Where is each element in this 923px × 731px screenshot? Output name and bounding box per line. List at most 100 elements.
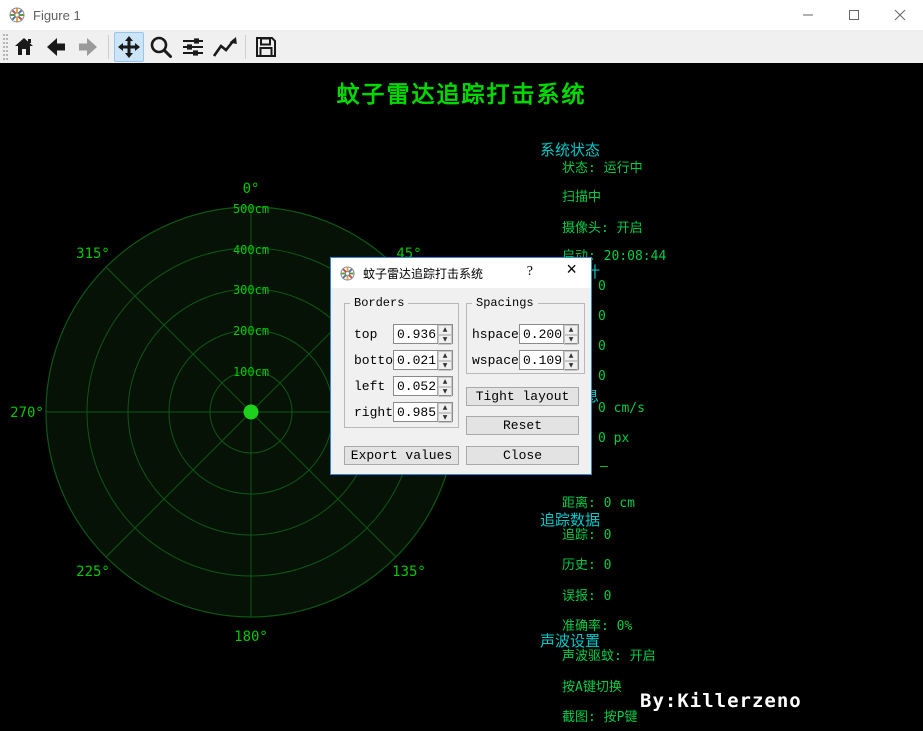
right-spinbox[interactable]: ▲▼ bbox=[393, 402, 453, 422]
dialog-body: Borders top ▲▼ bottom ▲▼ bbox=[331, 288, 591, 474]
status-line-keyA: 按A键切换 bbox=[562, 676, 622, 695]
dialog-close-icon[interactable]: × bbox=[566, 261, 577, 281]
wspace-spinner[interactable]: ▲▼ bbox=[563, 351, 578, 369]
hspace-spinner[interactable]: ▲▼ bbox=[563, 325, 578, 343]
hspace-spinbox[interactable]: ▲▼ bbox=[519, 324, 579, 344]
credit-text: By:Killerzeno bbox=[640, 690, 802, 712]
radius-label-300cm: 300cm bbox=[233, 283, 269, 297]
left-spinner[interactable]: ▲▼ bbox=[437, 377, 452, 395]
status-fragment-dash: — bbox=[600, 459, 608, 474]
spin-up-icon[interactable]: ▲ bbox=[438, 351, 452, 361]
radius-label-500cm: 500cm bbox=[233, 202, 269, 216]
spin-up-icon[interactable]: ▲ bbox=[438, 403, 452, 413]
spin-down-icon[interactable]: ▼ bbox=[438, 413, 452, 423]
top-spinner[interactable]: ▲▼ bbox=[437, 325, 452, 343]
spin-down-icon[interactable]: ▼ bbox=[438, 335, 452, 345]
matplotlib-toolbar bbox=[0, 30, 923, 63]
configure-subplots-button[interactable] bbox=[178, 32, 208, 62]
spin-down-icon[interactable]: ▼ bbox=[438, 361, 452, 371]
maximize-button[interactable] bbox=[831, 0, 877, 30]
window-titlebar: Figure 1 bbox=[0, 0, 923, 30]
status-fragment-zero: 0 bbox=[598, 279, 606, 294]
pan-button[interactable] bbox=[114, 32, 144, 62]
matplotlib-logo-icon bbox=[340, 266, 355, 281]
dialog-title: 蚊子雷达追踪打击系统 bbox=[363, 265, 483, 282]
spin-down-icon[interactable]: ▼ bbox=[438, 387, 452, 397]
wspace-input[interactable] bbox=[520, 351, 563, 369]
top-spinbox[interactable]: ▲▼ bbox=[393, 324, 453, 344]
home-icon bbox=[12, 35, 36, 59]
status-line-repellent: 声波驱蚊: 开启 bbox=[562, 645, 656, 664]
spin-up-icon[interactable]: ▲ bbox=[564, 351, 578, 361]
radar-center-dot bbox=[244, 405, 259, 420]
spin-up-icon[interactable]: ▲ bbox=[438, 325, 452, 335]
status-line-screenshot: 截图: 按P键 bbox=[562, 706, 637, 725]
toolbar-separator bbox=[245, 35, 246, 59]
status-fragment-px: 0 px bbox=[598, 431, 629, 446]
hspace-input[interactable] bbox=[520, 325, 563, 343]
right-label: right bbox=[354, 405, 393, 420]
back-button[interactable] bbox=[41, 32, 71, 62]
forward-button[interactable] bbox=[73, 32, 103, 62]
bottom-spinbox[interactable]: ▲▼ bbox=[393, 350, 453, 370]
reset-button[interactable]: Reset bbox=[466, 416, 579, 435]
save-button[interactable] bbox=[251, 32, 281, 62]
radius-label-400cm: 400cm bbox=[233, 243, 269, 257]
dialog-help-button[interactable]: ? bbox=[527, 264, 533, 280]
angle-label-0: 0° bbox=[243, 181, 260, 197]
line-chart-icon bbox=[212, 35, 238, 59]
tight-layout-button[interactable]: Tight layout bbox=[466, 387, 579, 406]
figure-title: 蚊子雷达追踪打击系统 bbox=[0, 75, 923, 109]
close-button[interactable] bbox=[877, 0, 923, 30]
wspace-spinbox[interactable]: ▲▼ bbox=[519, 350, 579, 370]
save-floppy-icon bbox=[254, 35, 278, 59]
right-input[interactable] bbox=[394, 403, 437, 421]
angle-label-315: 315° bbox=[76, 246, 110, 262]
bottom-input[interactable] bbox=[394, 351, 437, 369]
matplotlib-logo-icon bbox=[9, 7, 25, 23]
top-input[interactable] bbox=[394, 325, 437, 343]
borders-legend: Borders bbox=[350, 296, 408, 310]
forward-arrow-icon bbox=[76, 35, 100, 59]
zoom-button[interactable] bbox=[146, 32, 176, 62]
status-line-track: 追踪: 0 bbox=[562, 524, 611, 543]
spin-up-icon[interactable]: ▲ bbox=[564, 325, 578, 335]
radius-label-100cm: 100cm bbox=[233, 365, 269, 379]
wspace-label: wspace bbox=[472, 353, 519, 368]
home-button[interactable] bbox=[9, 32, 39, 62]
spacings-legend: Spacings bbox=[472, 296, 538, 310]
edit-axes-button[interactable] bbox=[210, 32, 240, 62]
window-title: Figure 1 bbox=[33, 8, 81, 23]
bottom-spinner[interactable]: ▲▼ bbox=[437, 351, 452, 369]
figure-window: Figure 1 bbox=[0, 0, 923, 731]
dialog-close-button[interactable]: Close bbox=[466, 446, 579, 465]
left-spinbox[interactable]: ▲▼ bbox=[393, 376, 453, 396]
spin-down-icon[interactable]: ▼ bbox=[564, 361, 578, 371]
hspace-label: hspace bbox=[472, 327, 519, 342]
status-fragment-speed: 0 cm/s bbox=[598, 401, 645, 416]
status-line-camera: 摄像头: 开启 bbox=[562, 217, 643, 236]
status-fragment-zero: 0 bbox=[598, 369, 606, 384]
status-fragment-zero: 0 bbox=[598, 309, 606, 324]
toolbar-grip[interactable] bbox=[3, 34, 8, 60]
status-line-falsealarm: 误报: 0 bbox=[562, 585, 611, 604]
status-line-history: 历史: 0 bbox=[562, 554, 611, 573]
status-line-state: 状态: 运行中 bbox=[562, 157, 643, 176]
angle-label-270: 270° bbox=[10, 405, 44, 421]
status-line-scanning: 扫描中 bbox=[562, 186, 601, 205]
pan-icon bbox=[117, 35, 141, 59]
dialog-titlebar[interactable]: 蚊子雷达追踪打击系统 ? × bbox=[331, 258, 591, 288]
angle-label-225: 225° bbox=[76, 564, 110, 580]
zoom-icon bbox=[149, 35, 173, 59]
right-spinner[interactable]: ▲▼ bbox=[437, 403, 452, 421]
figure-canvas[interactable]: 蚊子雷达追踪打击系统 0° 45° 90° 135° 180° 225° 270… bbox=[0, 63, 923, 731]
subplot-config-dialog: 蚊子雷达追踪打击系统 ? × Borders top ▲▼ bottom bbox=[330, 257, 592, 475]
spin-up-icon[interactable]: ▲ bbox=[438, 377, 452, 387]
back-arrow-icon bbox=[44, 35, 68, 59]
minimize-button[interactable] bbox=[785, 0, 831, 30]
left-input[interactable] bbox=[394, 377, 437, 395]
export-values-button[interactable]: Export values bbox=[344, 446, 459, 465]
spin-down-icon[interactable]: ▼ bbox=[564, 335, 578, 345]
angle-label-180: 180° bbox=[234, 629, 268, 645]
sliders-icon bbox=[181, 35, 205, 59]
